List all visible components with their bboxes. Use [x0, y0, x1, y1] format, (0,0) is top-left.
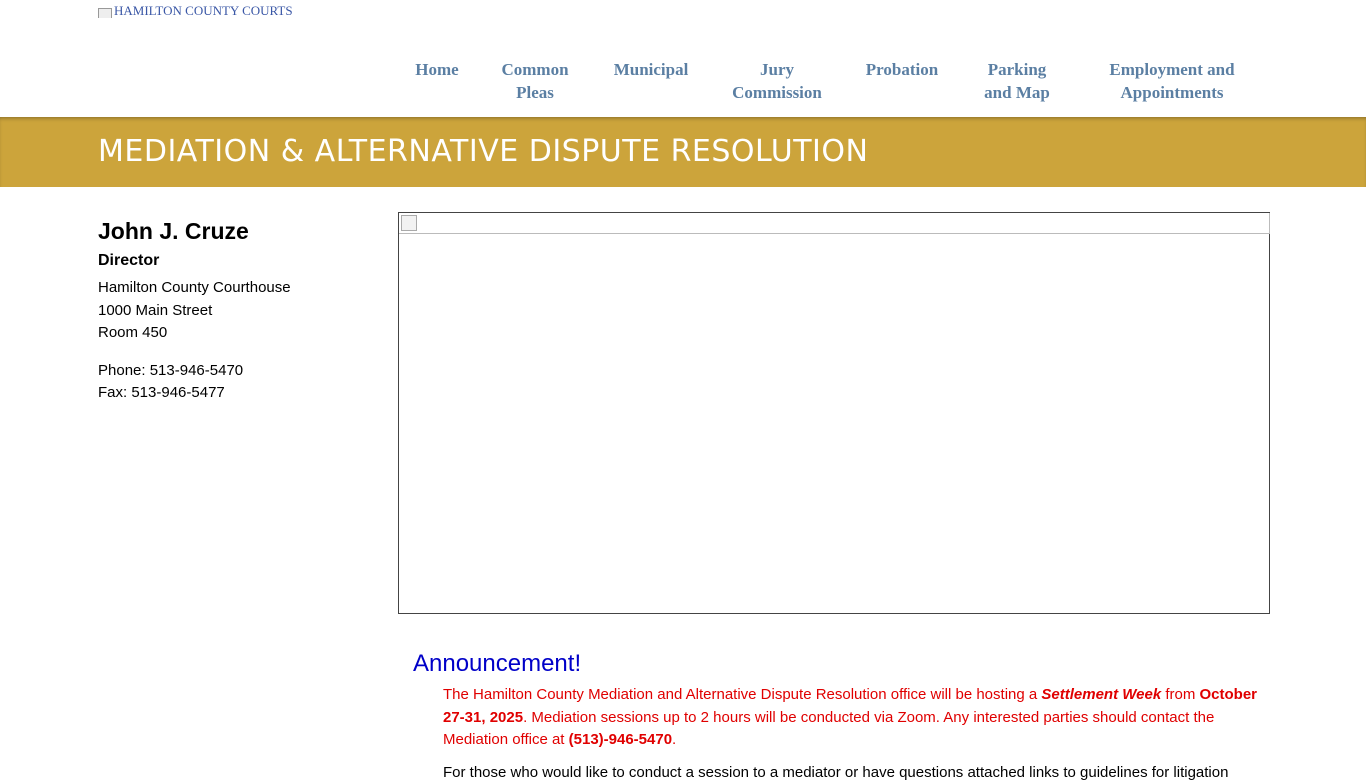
- nav-common-pleas[interactable]: Common Pleas: [501, 58, 568, 104]
- director-role: Director: [98, 251, 378, 271]
- announcement-text-part: . Mediation sessions up to 2 hours will …: [443, 709, 1214, 749]
- announcement-section: Announcement! The Hamilton County Mediat…: [413, 648, 1273, 784]
- embedded-image-frame: [398, 212, 1270, 614]
- site-header: HAMILTON COUNTY COURTS Home Common Pleas…: [0, 0, 1366, 117]
- announcement-text-part: from: [1161, 686, 1199, 703]
- nav-employment[interactable]: Employment and Appointments: [1109, 58, 1234, 104]
- announcement-text-part: The Hamilton County Mediation and Altern…: [443, 686, 1041, 703]
- broken-image-icon: [98, 8, 112, 18]
- address-line: 1000 Main Street: [98, 300, 378, 323]
- announcement-text-part: .: [672, 731, 676, 748]
- broken-image: [399, 213, 1270, 234]
- site-logo[interactable]: HAMILTON COUNTY COURTS: [98, 4, 293, 18]
- nav-jury-commission[interactable]: Jury Commission: [732, 58, 822, 104]
- mediation-office-phone: (513)-946-5470: [569, 731, 672, 748]
- office-address: Hamilton County Courthouse 1000 Main Str…: [98, 277, 378, 345]
- nav-probation[interactable]: Probation: [866, 58, 938, 81]
- nav-municipal[interactable]: Municipal: [614, 58, 689, 81]
- address-line: Hamilton County Courthouse: [98, 277, 378, 300]
- settlement-week-label: Settlement Week: [1041, 686, 1161, 703]
- announcement-heading: Announcement!: [413, 648, 1273, 680]
- director-contact: John J. Cruze Director Hamilton County C…: [98, 215, 378, 405]
- main-nav: Home Common Pleas Municipal Jury Commiss…: [0, 58, 1366, 108]
- nav-parking-and-map[interactable]: Parking and Map: [984, 58, 1050, 104]
- fax-number: Fax: 513-946-5477: [98, 382, 378, 405]
- director-name: John J. Cruze: [98, 215, 378, 247]
- office-contact: Phone: 513-946-5470 Fax: 513-946-5477: [98, 360, 378, 405]
- phone-number: Phone: 513-946-5470: [98, 360, 378, 383]
- nav-home[interactable]: Home: [415, 58, 458, 81]
- page-banner: MEDIATION & ALTERNATIVE DISPUTE RESOLUTI…: [0, 117, 1366, 187]
- broken-image-icon: [401, 215, 417, 231]
- next-paragraph: For those who would like to conduct a se…: [443, 762, 1273, 784]
- announcement-text: The Hamilton County Mediation and Altern…: [443, 684, 1273, 752]
- page-title: MEDIATION & ALTERNATIVE DISPUTE RESOLUTI…: [98, 134, 868, 170]
- address-line: Room 450: [98, 322, 378, 345]
- logo-alt-text: HAMILTON COUNTY COURTS: [114, 4, 293, 17]
